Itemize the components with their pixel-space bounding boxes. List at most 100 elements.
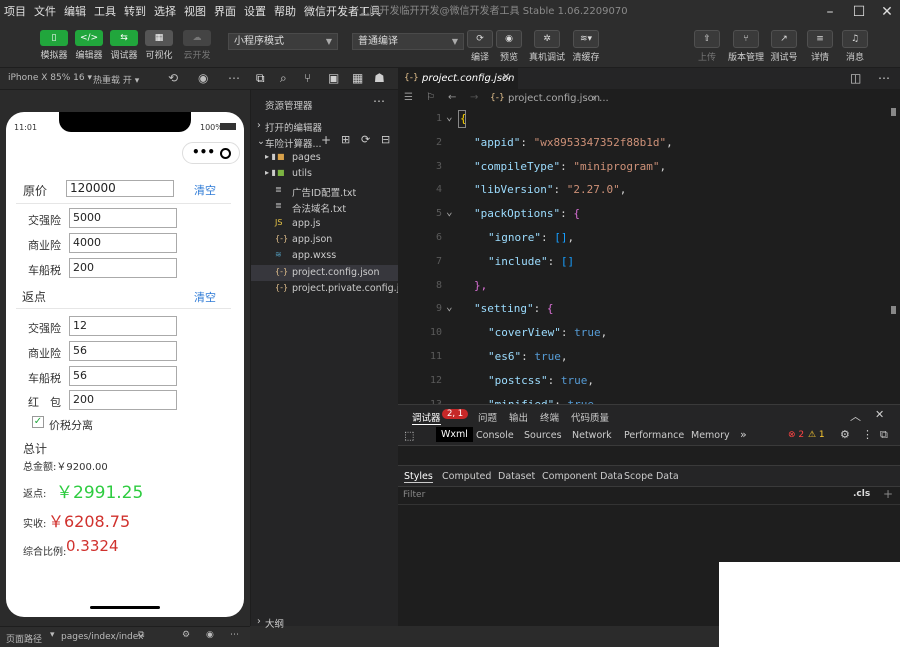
yuanjia-input[interactable]: 120000 — [66, 180, 174, 197]
version-button[interactable]: ⑂ 版本管理 — [728, 30, 764, 63]
menu-item[interactable]: 视图 — [180, 0, 210, 24]
files-icon[interactable]: ⧉ — [256, 71, 265, 86]
extensions-icon[interactable]: ▣ — [328, 71, 339, 85]
style-subtab[interactable]: Scope Data — [624, 471, 679, 482]
message-button[interactable]: ♫ 消息 — [837, 30, 873, 63]
menu-item[interactable]: 转到 — [120, 0, 150, 24]
compile-mode-select[interactable]: 普通编译 ▼ — [352, 33, 464, 50]
clear-cache-button[interactable]: ≋▾ 清缓存 — [568, 30, 604, 63]
fold-icon[interactable]: ⌄ — [446, 110, 453, 123]
code-editor[interactable]: 1 {2 "appid": "wx8953347352f88b1d", 3 "compi… — [398, 108, 900, 404]
rotate-icon[interactable]: ⟲ — [168, 71, 178, 85]
collapse-icon[interactable]: ⊟ — [381, 133, 390, 146]
back-icon[interactable]: ← — [448, 92, 456, 103]
clear-yuanjia-button[interactable]: 清空 — [194, 182, 216, 198]
split-editor-icon[interactable]: ◫ — [850, 71, 861, 85]
devtools-tab[interactable]: 代码质量 — [571, 410, 609, 424]
fold-icon[interactable]: ⌄ — [446, 300, 453, 313]
refresh-icon[interactable]: ⟳ — [361, 133, 370, 146]
file-item[interactable]: ▸ ▮ ■ pages — [251, 150, 398, 166]
preview-button[interactable]: ◉ 预览 — [491, 30, 527, 63]
new-folder-icon[interactable]: ⊞ — [341, 133, 350, 146]
eye-icon[interactable]: ◉ — [206, 630, 214, 640]
rebate-input-0[interactable]: 12 — [69, 316, 177, 336]
undock-icon[interactable]: ⧉ — [880, 428, 888, 442]
more-icon[interactable]: ⋯ — [228, 71, 240, 85]
add-style-icon[interactable]: + — [883, 487, 893, 501]
rebate-input-3[interactable]: 200 — [69, 390, 177, 410]
copy-icon[interactable]: ⧉ — [138, 630, 144, 640]
close-icon[interactable]: ✕ — [502, 72, 510, 83]
chevron-up-icon[interactable]: ︿ — [850, 408, 861, 424]
menu-item[interactable]: 文件 — [30, 0, 60, 24]
menu-item[interactable]: 编辑 — [60, 0, 90, 24]
device-select[interactable]: iPhone X 85% 16 ▾ — [8, 73, 92, 83]
gear-icon[interactable]: ⚙ — [840, 428, 850, 441]
visual-button[interactable]: ▦ 可视化 — [141, 30, 177, 61]
menu-item[interactable]: 选择 — [150, 0, 180, 24]
path-label[interactable]: 页面路径 — [6, 632, 42, 645]
mode-select[interactable]: 小程序模式 ▼ — [228, 33, 338, 50]
page-path[interactable]: pages/index/index — [61, 632, 143, 642]
style-subtab[interactable]: Dataset — [498, 471, 535, 482]
split-checkbox[interactable]: ✓ — [32, 416, 44, 428]
capsule-menu[interactable]: ••• — [182, 142, 240, 164]
menu-item[interactable]: 工具 — [90, 0, 120, 24]
file-item[interactable]: ≋ app.wxss — [251, 248, 398, 264]
close-capsule-icon[interactable] — [220, 148, 231, 159]
maximize-button[interactable]: ☐ — [849, 2, 869, 22]
open-editors-section[interactable]: 打开的编辑器 — [265, 120, 322, 134]
menu-item[interactable]: 帮助 — [270, 0, 300, 24]
settings-icon[interactable]: ⚙ — [182, 630, 190, 640]
search-icon[interactable]: ⌕ — [280, 71, 287, 86]
breadcrumb-file[interactable]: project.config.json — [508, 93, 600, 104]
inspect-icon[interactable]: ⬚ — [404, 429, 414, 442]
source-control-icon[interactable]: ⑂ — [304, 71, 311, 85]
list-icon[interactable]: ☰ — [404, 92, 413, 103]
outline-section[interactable]: 大纲 — [265, 616, 284, 630]
error-count[interactable]: ⊗ 2 — [788, 430, 804, 440]
file-item[interactable]: {-} app.json — [251, 232, 398, 248]
file-item[interactable]: ≣ 合法域名.txt — [251, 199, 398, 215]
ins-input-2[interactable]: 200 — [69, 258, 177, 278]
style-subtab[interactable]: Styles — [404, 471, 433, 483]
more-icon[interactable]: ⋯ — [373, 94, 385, 108]
devtools-tab[interactable]: 输出 — [509, 410, 528, 424]
panel-tab[interactable]: Wxml — [436, 427, 473, 442]
panel-tab[interactable]: Console — [476, 430, 514, 441]
panel-tab[interactable]: Sources — [524, 430, 562, 441]
forward-icon[interactable]: → — [470, 92, 478, 103]
style-subtab[interactable]: Component Data — [542, 471, 623, 482]
file-item[interactable]: ≣ 广告ID配置.txt — [251, 183, 398, 199]
clear-fandian-button[interactable]: 清空 — [194, 289, 216, 305]
bookmark-icon[interactable]: ⚐ — [426, 92, 435, 103]
file-item[interactable]: JS app.js — [251, 216, 398, 232]
record-icon[interactable]: ◉ — [198, 71, 208, 85]
close-icon[interactable]: ✕ — [875, 408, 884, 421]
ins-input-1[interactable]: 4000 — [69, 233, 177, 253]
more-icon[interactable]: ⋯ — [878, 71, 890, 85]
more-icon[interactable]: ⋯ — [230, 630, 239, 640]
minimize-button[interactable]: – — [820, 2, 840, 22]
filter-input[interactable]: Filter — [403, 490, 425, 500]
menu-item[interactable]: 界面 — [210, 0, 240, 24]
more-panels-icon[interactable]: » — [740, 428, 747, 441]
more-dots-icon[interactable]: ••• — [192, 145, 215, 159]
fold-icon[interactable]: ⌄ — [446, 205, 453, 218]
devtools-tab[interactable]: 问题 — [478, 410, 497, 424]
rebate-input-1[interactable]: 56 — [69, 341, 177, 361]
cls-button[interactable]: .cls — [853, 489, 870, 499]
wxml-tree[interactable] — [398, 446, 900, 465]
new-file-icon[interactable]: + — [321, 133, 331, 147]
devtools-tab[interactable]: 调试器 — [412, 410, 441, 425]
panel-tab[interactable]: Performance — [624, 430, 684, 441]
real-debug-button[interactable]: ✲ 真机调试 — [529, 30, 565, 63]
ins-input-0[interactable]: 5000 — [69, 208, 177, 228]
file-item[interactable]: {-} project.config.json — [251, 264, 398, 281]
menu-item[interactable]: 设置 — [240, 0, 270, 24]
grid-icon[interactable]: ▦ — [352, 71, 363, 85]
upload-button[interactable]: ⇧ 上传 — [689, 30, 725, 63]
menu-item[interactable]: 项目 — [0, 0, 30, 24]
project-section[interactable]: 车险计算器... — [265, 136, 322, 150]
warning-count[interactable]: ⚠ 1 — [808, 430, 825, 440]
